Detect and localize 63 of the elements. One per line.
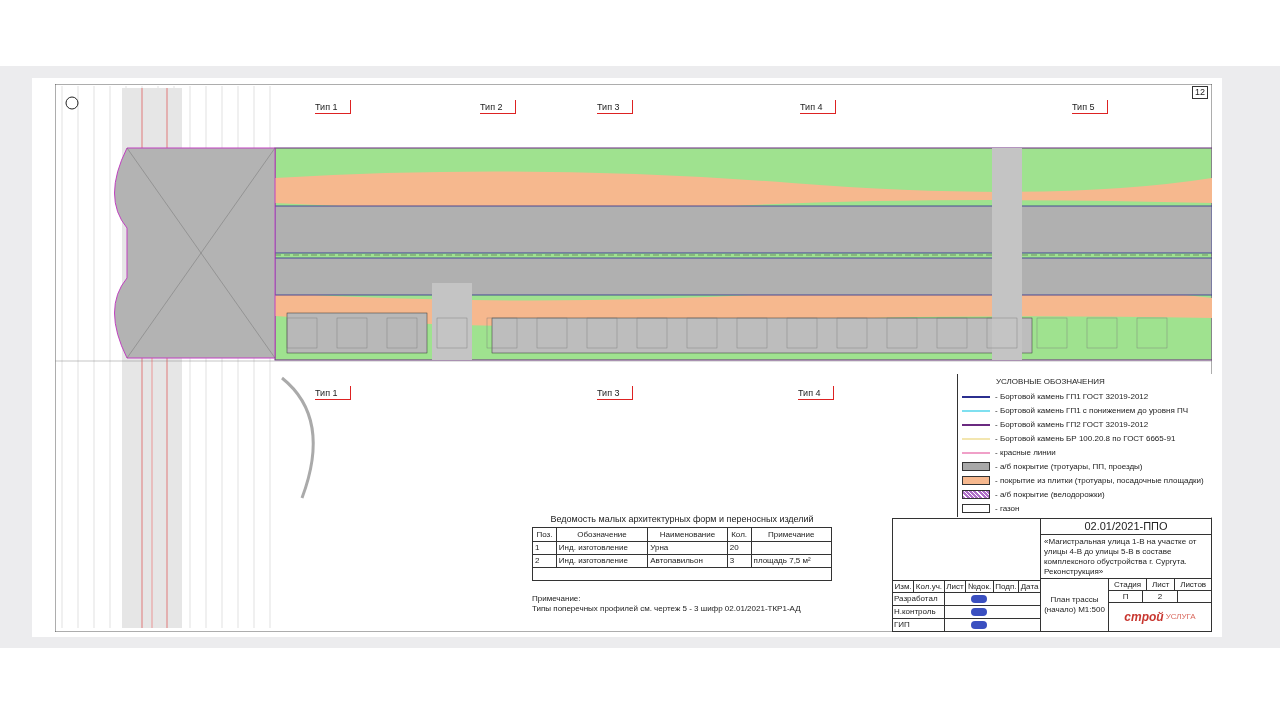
stage-value-cell: П [1109, 591, 1144, 602]
table-cell-text: площадь 7,5 м² [752, 555, 812, 568]
table-cell: 20 [727, 542, 752, 555]
table-cell: Инд. изготовление [556, 555, 649, 568]
role-cell: Разработал [893, 593, 945, 605]
stage-header-cell: Стадия [1109, 579, 1148, 590]
legend-label: - газон [995, 504, 1020, 513]
legend-label: - Бортовой камень БР 100.20.8 по ГОСТ 6665-91 [995, 434, 1176, 443]
table-header-cell: Кол. [727, 528, 752, 542]
page-number: 12 [1192, 86, 1208, 99]
section-marker-tick [832, 386, 834, 400]
section-marker-label: Тип 3 [597, 103, 632, 114]
document-code: 02.01/2021-ППО [1041, 519, 1211, 535]
section-marker-tick [349, 386, 351, 400]
role-cell: ГИП [893, 619, 945, 631]
signature-header-cell: Подп. [993, 581, 1020, 592]
section-marker-label: Тип 3 [597, 389, 632, 400]
signature-header-cell: Лист [944, 581, 967, 592]
project-description: «Магистральная улица 1-В на участке от улицы 4-В до улицы 5-В в составе комплексного обустройства г. Сургута. Реконструкция» [1041, 535, 1211, 579]
section-marker-label: Тип 2 [480, 103, 515, 114]
section-marker-label: Тип 1 [315, 103, 350, 114]
table-cell: 2 [533, 555, 557, 568]
table-cell: Инд. изготовление [556, 542, 649, 555]
signature-header-cell: №док. [966, 581, 994, 592]
stage-header-cell-text: Листов [1179, 579, 1208, 590]
table-cell: 1 [533, 542, 557, 555]
section-marker-label: Тип 1 [315, 389, 350, 400]
table-header-cell: Обозначение [556, 528, 649, 542]
section-marker-label: Тип 4 [800, 103, 835, 114]
role-cell: Н.контроль [893, 606, 945, 618]
section-marker-tick [834, 100, 836, 114]
table-title: Ведомость малых архитектурных форм и переносных изделий [550, 514, 814, 526]
notes-text: Типы поперечных профилей см. чертеж 5 - 3 шифр 02.01/2021-ТКР1-АД [532, 604, 801, 614]
section-marker-label: Тип 4 [798, 389, 833, 400]
legend-label: - покрытие из плитки (тротуары, посадочные площадки) [995, 476, 1204, 485]
section-marker-tick [1106, 100, 1108, 114]
table-header-cell: Наименование [648, 528, 728, 542]
table-header-cell-text: Примечание [767, 528, 816, 541]
logo-wordmark: строй [1124, 609, 1164, 626]
table-cell: 3 [727, 555, 752, 568]
table-cell: Урна [648, 542, 728, 555]
legend-label: - а/б покрытие (велодорожки) [995, 490, 1105, 499]
signature-header-cell: Кол.уч. [914, 581, 945, 592]
legend-label: - Бортовой камень ГП1 с понижением до уровня ПЧ [995, 406, 1189, 415]
legend-label: - Бортовой камень ГП2 ГОСТ 32019-2012 [995, 420, 1149, 429]
signature-header-cell: Изм. [893, 581, 915, 592]
section-marker-tick [514, 100, 516, 114]
notes-title: Примечание: [532, 594, 582, 604]
sheet-title: План трассы (начало) М1:500 [1041, 579, 1109, 631]
legend-label: - красные линии [995, 448, 1056, 457]
stage-header-cell: Лист [1147, 579, 1176, 590]
signature-header-cell: Дата [1019, 581, 1040, 592]
logo-subtitle: УСЛУГА [1165, 611, 1196, 623]
table-header-cell: Поз. [533, 528, 557, 542]
section-marker-tick [349, 100, 351, 114]
table-cell: Автопавильон [648, 555, 728, 568]
stage-value-cell: 2 [1143, 591, 1178, 602]
legend-title: УСЛОВНЫЕ ОБОЗНАЧЕНИЯ [995, 376, 1106, 388]
legend-label: - Бортовой камень ГП1 ГОСТ 32019-2012 [995, 392, 1149, 401]
section-marker-tick [631, 100, 633, 114]
legend-label: - а/б покрытие (тротуары, ПП, проезды) [995, 462, 1143, 471]
section-marker-tick [631, 386, 633, 400]
section-marker-label: Тип 5 [1072, 103, 1107, 114]
